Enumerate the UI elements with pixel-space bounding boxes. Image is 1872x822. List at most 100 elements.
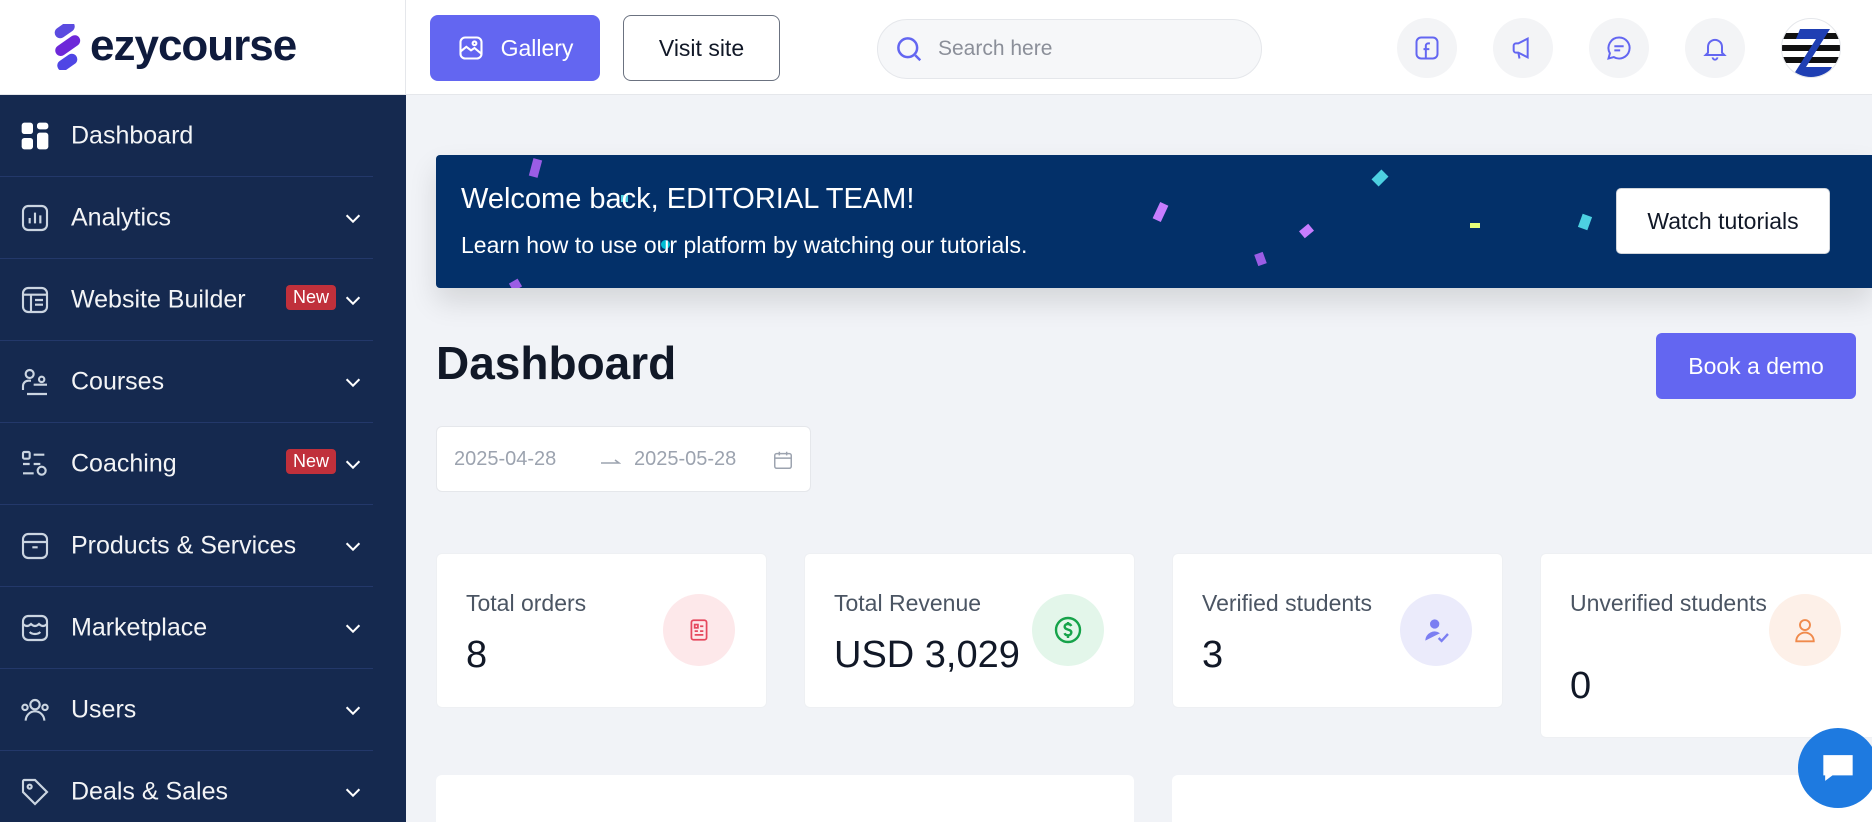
stat-card-verified-students: Verified students 3 <box>1172 553 1503 708</box>
tag-icon <box>18 775 52 809</box>
search-input[interactable] <box>938 37 1238 61</box>
chevron-down-icon <box>345 706 361 715</box>
sidebar-item-label: Coaching <box>71 449 177 477</box>
coaching-icon <box>18 447 52 481</box>
courses-icon <box>18 365 52 399</box>
logo[interactable]: ezycourse <box>0 0 406 95</box>
confetti-decoration <box>1299 223 1314 239</box>
stat-value: USD 3,029 <box>834 634 1020 676</box>
receipt-icon <box>663 594 735 666</box>
date-range-picker[interactable]: 2025-04-28 2025-05-28 <box>436 426 811 492</box>
gallery-icon <box>459 36 483 60</box>
avatar[interactable] <box>1781 18 1841 78</box>
user-icon <box>1769 594 1841 666</box>
top-bar: ezycourse Gallery Visit site <box>0 0 1872 95</box>
sidebar-item-dashboard[interactable]: Dashboard <box>0 95 373 177</box>
new-badge: New <box>286 284 337 310</box>
confetti-decoration <box>1470 223 1480 228</box>
dollar-icon <box>1032 594 1104 666</box>
end-date[interactable]: 2025-05-28 <box>634 448 736 471</box>
sidebar-item-products-services[interactable]: Products & Services <box>0 505 373 587</box>
gallery-button[interactable]: Gallery <box>430 15 600 81</box>
bell-icon <box>1703 38 1727 61</box>
sidebar-item-deals-sales[interactable]: Deals & Sales <box>0 751 373 822</box>
dashboard-grid-icon <box>18 119 52 153</box>
dashboard-panel <box>1172 775 1872 822</box>
verified-user-icon <box>1400 594 1472 666</box>
sidebar: Dashboard Analytics Website Builder New … <box>0 95 406 822</box>
chevron-down-icon <box>345 788 361 797</box>
page-title: Dashboard <box>436 337 677 389</box>
stat-label: Verified students <box>1202 590 1373 616</box>
stat-value: 8 <box>466 634 488 676</box>
sidebar-item-label: Courses <box>71 367 165 395</box>
box-icon <box>18 529 52 563</box>
book-demo-button[interactable]: Book a demo <box>1656 333 1856 399</box>
book-demo-label: Book a demo <box>1688 352 1824 379</box>
confetti-decoration <box>508 278 523 288</box>
chat-bubble-icon <box>1823 755 1853 781</box>
sidebar-item-users[interactable]: Users <box>0 669 373 751</box>
start-date[interactable]: 2025-04-28 <box>454 448 556 471</box>
search-bar[interactable] <box>877 19 1262 79</box>
search-icon <box>897 37 922 62</box>
store-icon <box>18 611 52 645</box>
sidebar-item-label: Products & Services <box>71 531 297 559</box>
stat-label: Total Revenue <box>834 590 982 616</box>
chat-icon <box>1607 36 1631 60</box>
stat-card-total-orders: Total orders 8 <box>436 553 767 708</box>
chevron-down-icon <box>345 542 361 551</box>
sidebar-item-label: Website Builder <box>71 285 246 313</box>
stat-label: Total orders <box>466 590 587 616</box>
messages-button[interactable] <box>1589 18 1649 78</box>
users-icon <box>18 693 52 727</box>
confetti-decoration <box>1371 169 1389 187</box>
chevron-down-icon <box>345 378 361 387</box>
facebook-button[interactable] <box>1397 18 1457 78</box>
facebook-icon <box>1415 36 1439 60</box>
website-builder-icon <box>18 283 52 317</box>
announcements-button[interactable] <box>1493 18 1553 78</box>
sidebar-item-label: Dashboard <box>71 121 194 149</box>
watch-tutorials-label: Watch tutorials <box>1647 207 1799 234</box>
megaphone-icon <box>1512 37 1529 59</box>
sidebar-item-label: Analytics <box>71 203 172 231</box>
welcome-title: Welcome back, EDITORIAL TEAM! <box>461 183 915 215</box>
welcome-subtitle: Learn how to use our platform by watchin… <box>461 232 1028 258</box>
new-badge: New <box>286 448 337 474</box>
ezycourse-logo-icon <box>54 24 81 70</box>
watch-tutorials-button[interactable]: Watch tutorials <box>1616 188 1830 254</box>
confetti-decoration <box>1152 201 1169 223</box>
sidebar-item-label: Users <box>71 695 137 723</box>
calendar-icon <box>774 451 792 469</box>
sidebar-item-analytics[interactable]: Analytics <box>0 177 373 259</box>
live-chat-button[interactable] <box>1798 728 1872 808</box>
avatar-logo-icon <box>1782 29 1840 77</box>
confetti-decoration <box>528 158 543 178</box>
stat-value: 0 <box>1570 665 1592 707</box>
stat-card-total-revenue: Total Revenue USD 3,029 <box>804 553 1135 708</box>
brand-name: ezycourse <box>90 21 297 70</box>
notifications-button[interactable] <box>1685 18 1745 78</box>
arrow-right-icon <box>601 459 621 464</box>
sidebar-item-marketplace[interactable]: Marketplace <box>0 587 373 669</box>
chevron-down-icon <box>345 460 361 469</box>
dashboard-panel <box>436 775 1134 822</box>
analytics-icon <box>18 201 52 235</box>
sidebar-item-label: Marketplace <box>71 613 208 641</box>
stat-label: Unverified students <box>1570 590 1767 616</box>
chevron-down-icon <box>345 624 361 633</box>
stat-value: 3 <box>1202 634 1224 676</box>
confetti-decoration <box>1254 251 1267 267</box>
visit-site-label: Visit site <box>658 34 745 61</box>
stat-card-unverified-students: Unverified students 0 <box>1540 553 1872 738</box>
confetti-decoration <box>1577 213 1593 231</box>
gallery-label: Gallery <box>500 34 574 61</box>
sidebar-item-courses[interactable]: Courses <box>0 341 373 423</box>
chevron-down-icon <box>345 296 361 305</box>
sidebar-item-coaching[interactable]: Coaching New <box>0 423 373 505</box>
visit-site-button[interactable]: Visit site <box>623 15 780 81</box>
chevron-down-icon <box>345 214 361 223</box>
sidebar-item-website-builder[interactable]: Website Builder New <box>0 259 373 341</box>
sidebar-item-label: Deals & Sales <box>71 777 229 805</box>
